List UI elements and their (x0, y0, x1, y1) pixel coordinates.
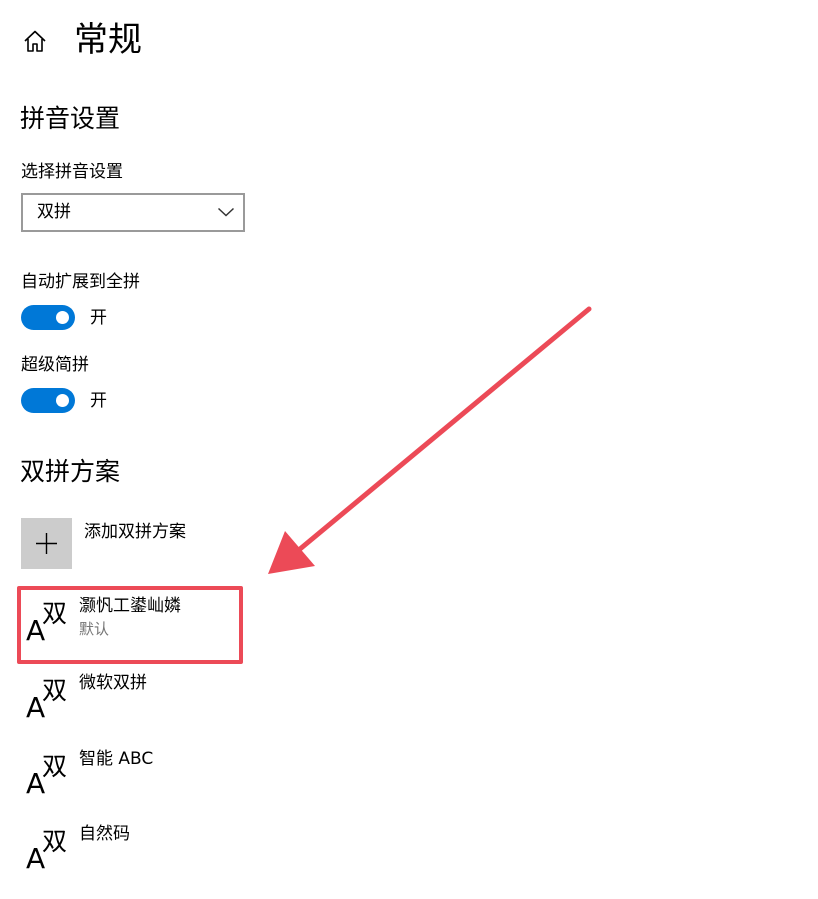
language-icon: A 双 (26, 752, 68, 800)
plus-icon (36, 533, 57, 554)
scheme-name: 智能 ABC (79, 749, 154, 769)
scheme-name: 自然码 (79, 824, 130, 844)
scheme-name: 微软双拼 (79, 673, 147, 693)
super-jianpin-state: 开 (90, 391, 107, 411)
section-title-schemes: 双拼方案 (20, 457, 121, 486)
scheme-default-badge: 默认 (79, 620, 110, 638)
select-value: 双拼 (37, 202, 71, 222)
auto-expand-label: 自动扩展到全拼 (21, 272, 140, 292)
scheme-item-abc[interactable]: A 双 智能 ABC (18, 747, 240, 819)
toggle-knob (56, 311, 69, 324)
scheme-item-microsoft[interactable]: A 双 微软双拼 (18, 671, 240, 743)
language-icon: A 双 (26, 599, 68, 647)
pinyin-mode-select[interactable]: 双拼 (21, 193, 245, 232)
auto-expand-toggle[interactable] (21, 305, 75, 330)
language-icon: A 双 (26, 827, 68, 875)
scheme-name: 灏忛工鍙屾嫾 (79, 596, 181, 616)
page-title: 常规 (74, 20, 142, 60)
add-scheme-button[interactable] (21, 518, 72, 569)
auto-expand-state: 开 (90, 308, 107, 328)
super-jianpin-label: 超级简拼 (21, 355, 89, 375)
chevron-down-icon (217, 207, 235, 217)
super-jianpin-toggle[interactable] (21, 388, 75, 413)
home-icon[interactable] (22, 28, 48, 54)
select-pinyin-label: 选择拼音设置 (21, 162, 123, 182)
scheme-item-default[interactable]: A 双 灏忛工鍙屾嫾 默认 (18, 594, 240, 666)
add-scheme-label[interactable]: 添加双拼方案 (84, 520, 186, 544)
section-title-pinyin-settings: 拼音设置 (20, 104, 121, 133)
scheme-item-ziranma[interactable]: A 双 自然码 (18, 822, 240, 894)
language-icon: A 双 (26, 676, 68, 724)
toggle-knob (56, 394, 69, 407)
